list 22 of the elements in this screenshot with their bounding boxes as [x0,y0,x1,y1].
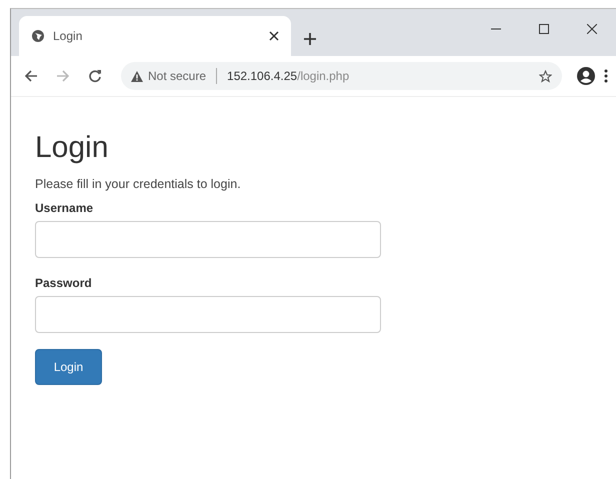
input-field[interactable] [35,221,381,258]
maximize-icon[interactable] [539,24,549,34]
menu-icon[interactable] [604,69,608,83]
back-icon[interactable] [24,69,38,83]
field-label: Username [35,201,94,215]
address-bar[interactable]: Not secure 152.106.4.25/login.php [121,62,562,90]
field-label: Password [35,276,92,290]
input-field[interactable] [35,296,381,333]
plus-icon[interactable] [303,32,317,46]
url-text: 152.106.4.25/login.php [227,69,350,83]
intro-text: Please fill in your credentials to login. [35,177,242,191]
login-button[interactable]: Login [35,349,102,385]
reload-icon[interactable] [88,69,102,83]
profile-icon[interactable] [576,66,596,86]
tab-title: Login [53,29,84,43]
close-icon[interactable] [269,31,279,41]
close-icon[interactable] [587,24,597,34]
globe-icon [31,29,45,43]
page-heading: Login [35,131,110,165]
security-indicator[interactable]: Not secure [131,69,206,83]
browser-tab[interactable]: Login [19,16,291,56]
star-icon[interactable] [539,70,552,82]
